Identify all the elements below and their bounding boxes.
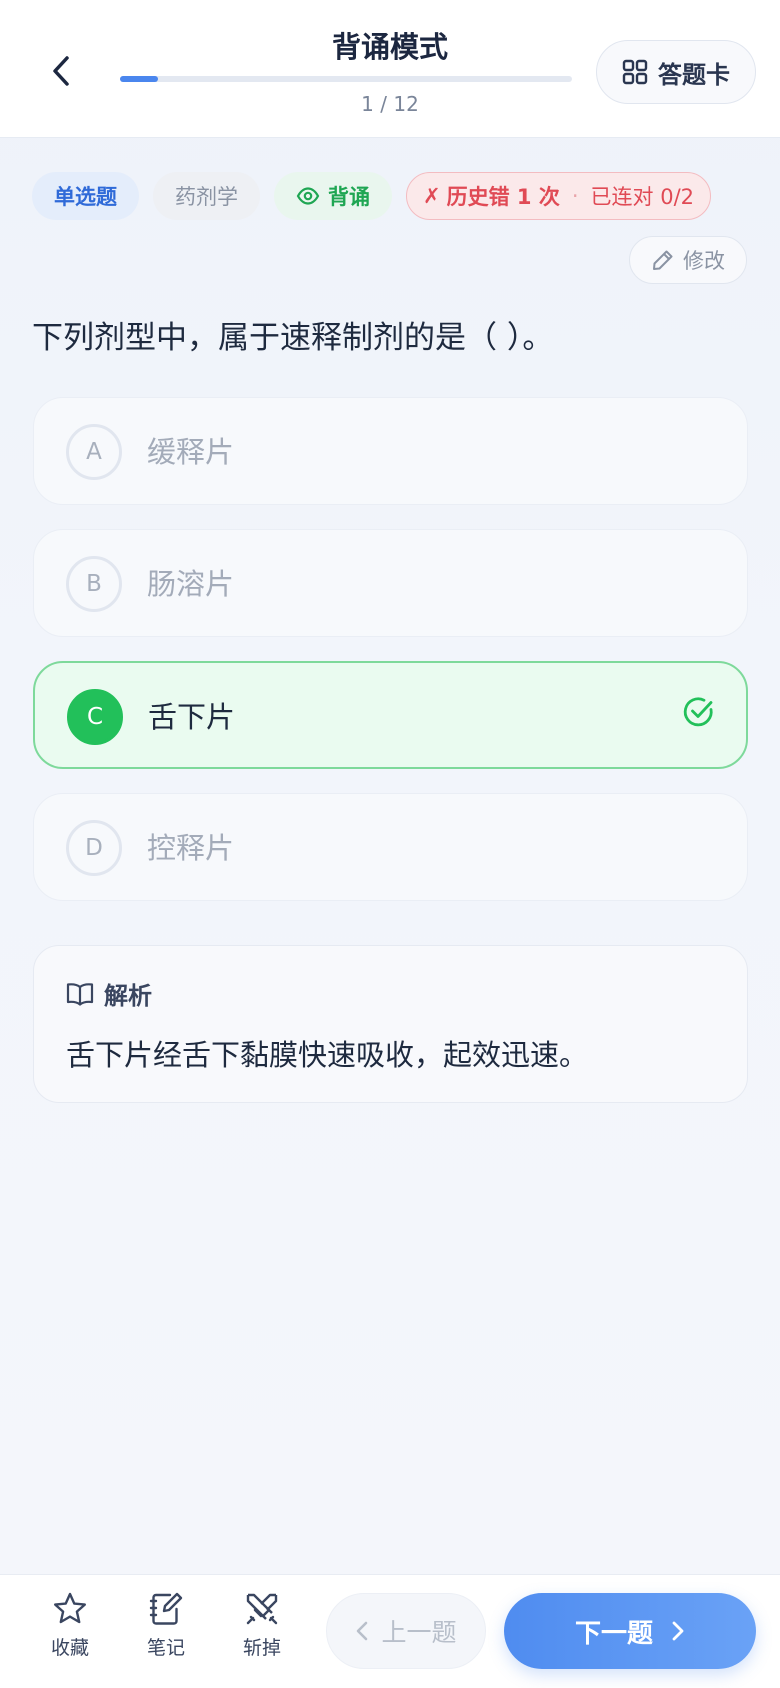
book-open-icon — [66, 982, 94, 1006]
edit-label: 修改 — [683, 249, 725, 273]
next-question-button[interactable]: 下一题 — [504, 1593, 756, 1669]
option-letter: A — [66, 424, 122, 480]
option-text: 肠溶片 — [147, 567, 235, 601]
remove-label: 斩掉 — [242, 1637, 281, 1659]
remove-button[interactable]: 斩掉 — [227, 1591, 297, 1671]
subject-tag: 药剂学 — [153, 172, 260, 220]
eye-icon — [296, 187, 320, 205]
notebook-edit-icon — [149, 1592, 183, 1625]
top-header: 背诵模式 1 / 12 答题卡 — [0, 0, 780, 138]
progress-fill — [120, 76, 158, 82]
analysis-card: 解析 舌下片经舌下黏膜快速吸收，起效迅速。 — [33, 945, 748, 1103]
separator-dot: · — [571, 184, 579, 208]
option-b[interactable]: B 肠溶片 — [33, 529, 748, 637]
history-streak-text: 已连对 0/2 — [590, 185, 695, 209]
bottom-toolbar: 收藏 笔记 斩掉 上一题 下一题 — [0, 1574, 780, 1688]
option-a[interactable]: A 缓释片 — [33, 397, 748, 505]
answer-card-button[interactable]: 答题卡 — [596, 40, 756, 104]
option-d[interactable]: D 控释片 — [33, 793, 748, 901]
question-type-tag: 单选题 — [32, 172, 139, 220]
grid-icon — [622, 59, 648, 85]
progress-bar — [120, 76, 572, 82]
chevron-right-icon — [672, 1621, 684, 1641]
chevron-left-icon — [357, 1621, 368, 1641]
favorite-label: 收藏 — [50, 1637, 89, 1659]
option-c[interactable]: C 舌下片 — [33, 661, 748, 769]
option-letter: C — [67, 689, 123, 745]
history-wrong-text: 历史错 1 次 — [446, 185, 560, 209]
favorite-button[interactable]: 收藏 — [35, 1591, 105, 1671]
check-circle-icon — [683, 697, 713, 727]
analysis-title: 解析 — [104, 982, 152, 1010]
analysis-header: 解析 — [66, 976, 152, 1011]
notes-label: 笔记 — [146, 1637, 185, 1659]
option-letter: D — [66, 820, 122, 876]
option-text: 缓释片 — [147, 435, 235, 469]
history-badge: ✗ 历史错 1 次 · 已连对 0/2 — [406, 172, 712, 220]
prev-label: 上一题 — [381, 1618, 457, 1647]
analysis-text: 舌下片经舌下黏膜快速吸收，起效迅速。 — [66, 1038, 589, 1072]
cross-icon: ✗ — [423, 184, 441, 208]
answer-card-label: 答题卡 — [658, 60, 730, 89]
star-icon — [54, 1592, 86, 1624]
option-letter: B — [66, 556, 122, 612]
edit-button[interactable]: 修改 — [629, 236, 747, 284]
prev-question-button[interactable]: 上一题 — [326, 1593, 486, 1669]
option-text: 控释片 — [147, 831, 235, 865]
question-text: 下列剂型中，属于速释制剂的是（ ）。 — [32, 320, 554, 356]
option-text: 舌下片 — [148, 700, 236, 734]
crossed-swords-icon — [246, 1593, 278, 1625]
notes-button[interactable]: 笔记 — [131, 1591, 201, 1671]
pencil-icon — [653, 250, 673, 270]
next-label: 下一题 — [574, 1618, 653, 1649]
mode-label: 背诵 — [328, 185, 370, 209]
question-tags: 单选题 药剂学 背诵 ✗ 历史错 1 次 · 已连对 0/2 — [32, 172, 712, 220]
mode-tag: 背诵 — [274, 172, 392, 220]
